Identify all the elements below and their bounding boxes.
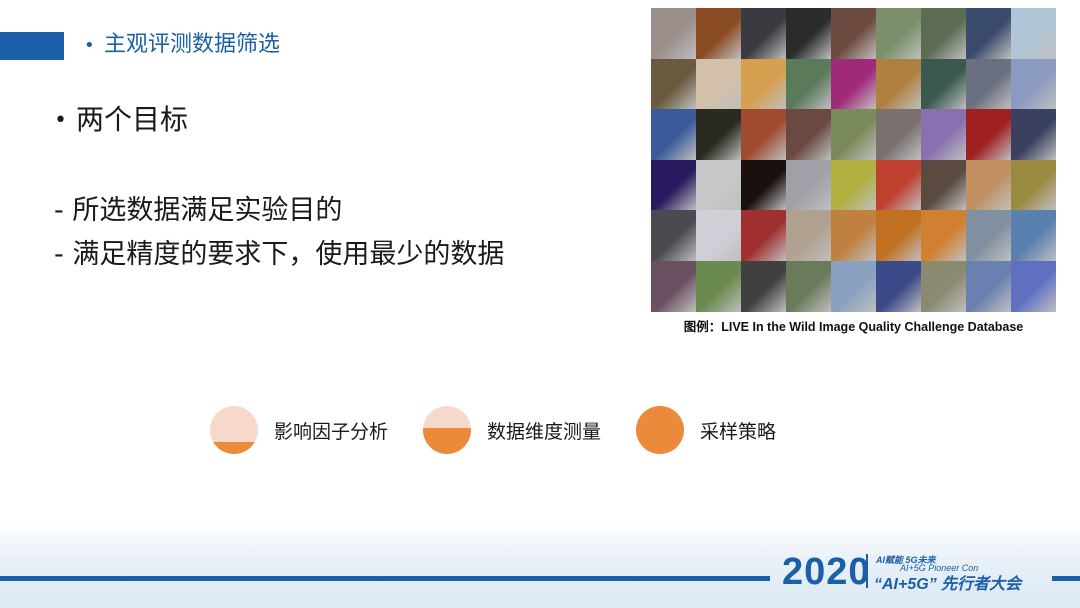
photo-thumbnail (1011, 260, 1056, 312)
step-progress-circle (636, 406, 684, 454)
photo-thumbnail (696, 159, 741, 211)
title-bullet: • (84, 35, 95, 56)
photo-thumbnail (696, 210, 741, 261)
photo-thumbnail (921, 58, 966, 110)
step-progress-circle (423, 406, 471, 454)
goal-item-purpose: - 所选数据满足实验目的 (54, 195, 343, 226)
photo-thumbnail (876, 260, 921, 312)
photo-thumbnail (876, 159, 921, 211)
photo-thumbnail (966, 210, 1011, 261)
photo-thumbnail (831, 8, 876, 59)
goal-text: 两个目标 (76, 103, 189, 136)
slide: • 主观评测数据筛选 • 两个目标 - 所选数据满足实验目的 - 满足精度的要求下… (0, 0, 1080, 608)
photo-thumbnail (921, 260, 966, 312)
image-mosaic (651, 8, 1056, 312)
photo-thumbnail (786, 159, 831, 211)
goal-bullet: • (54, 108, 67, 133)
goal-heading: • 两个目标 (54, 100, 188, 141)
step-progress-fill (636, 406, 684, 454)
photo-thumbnail (1011, 109, 1056, 160)
photo-thumbnail (651, 210, 696, 261)
photo-thumbnail (966, 159, 1011, 211)
step-label: 数据维度测量 (487, 420, 602, 443)
conference-name: “AI+5G” 先行者大会 (874, 576, 1022, 593)
photo-thumbnail (966, 260, 1011, 312)
photo-thumbnail (966, 109, 1011, 160)
photo-thumbnail (696, 58, 741, 110)
photo-thumbnail (651, 58, 696, 110)
step-progress-fill (210, 442, 258, 454)
photo-thumbnail (696, 109, 741, 160)
step-sampling-strategy: 采样策略 (636, 404, 776, 456)
photo-thumbnail (786, 260, 831, 312)
photo-thumbnail (831, 109, 876, 160)
photo-thumbnail (651, 260, 696, 312)
photo-thumbnail (966, 58, 1011, 110)
photo-thumbnail (831, 260, 876, 312)
photo-thumbnail (651, 109, 696, 160)
photo-thumbnail (1011, 159, 1056, 211)
photo-thumbnail (786, 8, 831, 59)
step-factor-analysis: 影响因子分析 (210, 404, 388, 456)
photo-thumbnail (696, 260, 741, 312)
step-dimension-measure: 数据维度测量 (423, 404, 601, 456)
conference-year: 2020 (782, 551, 871, 593)
photo-thumbnail (696, 8, 741, 59)
page-title: 主观评测数据筛选 (104, 32, 281, 57)
footer-rule-right (1052, 576, 1080, 581)
photo-thumbnail (921, 210, 966, 261)
photo-thumbnail (741, 159, 786, 211)
step-label: 采样策略 (700, 420, 777, 443)
photo-thumbnail (741, 210, 786, 261)
photo-thumbnail (966, 8, 1011, 59)
photo-thumbnail (651, 8, 696, 59)
photo-thumbnail (831, 159, 876, 211)
photo-thumbnail (1011, 210, 1056, 261)
logo-divider (866, 554, 868, 588)
footer-rule-left (0, 576, 770, 581)
photo-thumbnail (741, 260, 786, 312)
step-progress-circle (210, 406, 258, 454)
photo-thumbnail (651, 159, 696, 211)
photo-thumbnail (921, 109, 966, 160)
photo-thumbnail (1011, 58, 1056, 110)
title-accent-bar (0, 32, 64, 60)
photo-thumbnail (921, 159, 966, 211)
figure-caption: 图例：LIVE In the Wild Image Quality Challe… (683, 320, 1024, 334)
step-label: 影响因子分析 (274, 420, 389, 443)
photo-thumbnail (786, 58, 831, 110)
photo-thumbnail (741, 8, 786, 59)
photo-thumbnail (786, 109, 831, 160)
photo-thumbnail (831, 58, 876, 110)
photo-thumbnail (1011, 8, 1056, 59)
photo-thumbnail (876, 210, 921, 261)
photo-thumbnail (741, 109, 786, 160)
goal-item-minimum-data: - 满足精度的要求下，使用最少的数据 (54, 239, 505, 270)
photo-thumbnail (741, 58, 786, 110)
step-progress-fill (423, 427, 471, 454)
photo-thumbnail (876, 8, 921, 59)
photo-thumbnail (831, 210, 876, 261)
photo-thumbnail (876, 58, 921, 110)
photo-thumbnail (786, 210, 831, 261)
photo-thumbnail (876, 109, 921, 160)
photo-thumbnail (921, 8, 966, 59)
